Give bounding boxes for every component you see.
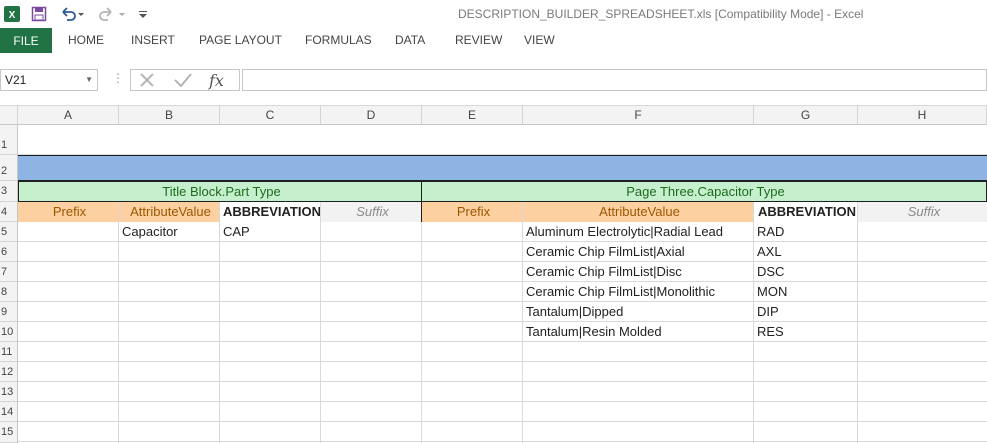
column-header-g[interactable]: G: [754, 106, 858, 125]
worksheet-grid[interactable]: Title Block.Part Type Page Three.Capacit…: [18, 125, 987, 443]
undo-icon[interactable]: [58, 4, 86, 24]
right-abbreviation-cell[interactable]: DIP: [754, 302, 857, 322]
right-attribute-cell[interactable]: Tantalum|Resin Molded: [523, 322, 753, 342]
right-attribute-cell[interactable]: Aluminum Electrolytic|Radial Lead: [523, 222, 753, 242]
right-suffix-header[interactable]: Suffix: [858, 202, 987, 222]
left-attribute-cell[interactable]: Capacitor: [119, 222, 219, 242]
row-header-6[interactable]: 6: [0, 242, 17, 262]
left-attribute-header[interactable]: AttributeValue: [119, 202, 220, 222]
right-abbreviation-header[interactable]: ABBREVIATION: [754, 202, 858, 222]
column-header-f[interactable]: F: [523, 106, 754, 125]
formula-bar-grip-icon[interactable]: ⋮: [112, 71, 124, 85]
tab-formulas[interactable]: FORMULAS: [305, 28, 372, 53]
ribbon-tabs: FILE HOME INSERT PAGE LAYOUT FORMULAS DA…: [0, 28, 987, 54]
tab-page-layout[interactable]: PAGE LAYOUT: [199, 28, 282, 53]
row-header-5[interactable]: 5: [0, 222, 17, 242]
column-header-e[interactable]: E: [422, 106, 523, 125]
gridline: [18, 441, 987, 442]
row-header-15[interactable]: 15: [0, 422, 17, 443]
row-header-2[interactable]: 2: [0, 155, 17, 181]
enter-check-icon[interactable]: [173, 71, 193, 92]
right-abbreviation-cell[interactable]: AXL: [754, 242, 857, 262]
right-abbreviation-cell[interactable]: RES: [754, 322, 857, 342]
row-header-3[interactable]: 3: [0, 181, 17, 202]
chevron-down-icon[interactable]: ▼: [85, 70, 93, 90]
gridline: [18, 381, 987, 382]
row-header-1[interactable]: 1: [0, 125, 17, 155]
column-header-c[interactable]: C: [220, 106, 321, 125]
column-headers: A B C D E F G H: [0, 105, 987, 125]
row-header-7[interactable]: 7: [0, 262, 17, 282]
tab-file[interactable]: FILE: [0, 28, 52, 53]
gridline: [18, 361, 987, 362]
gridline: [18, 401, 987, 402]
right-attribute-cell[interactable]: Ceramic Chip FilmList|Axial: [523, 242, 753, 262]
column-header-a[interactable]: A: [18, 106, 119, 125]
blue-header-band[interactable]: [18, 155, 987, 181]
tab-data[interactable]: DATA: [395, 28, 425, 53]
left-section-header[interactable]: Title Block.Part Type: [18, 181, 422, 202]
tab-review[interactable]: REVIEW: [455, 28, 502, 53]
formula-input[interactable]: [242, 69, 987, 91]
select-all-corner[interactable]: [0, 106, 18, 125]
save-icon[interactable]: [29, 4, 49, 24]
formula-bar: V21 ▼ ⋮ fx: [0, 53, 987, 105]
row-header-11[interactable]: 11: [0, 342, 17, 362]
row-header-14[interactable]: 14: [0, 402, 17, 422]
gridline: [18, 421, 987, 422]
right-abbreviation-cell[interactable]: DSC: [754, 262, 857, 282]
column-header-b[interactable]: B: [119, 106, 220, 125]
row-header-4[interactable]: 4: [0, 202, 17, 222]
right-prefix-header[interactable]: Prefix: [422, 202, 523, 222]
row-header-8[interactable]: 8: [0, 282, 17, 302]
customize-quick-access-icon[interactable]: [136, 4, 150, 24]
title-bar: X DESCRIPTION_BUILDER_SPREADSHEET.xls [C…: [0, 0, 987, 28]
left-prefix-header[interactable]: Prefix: [18, 202, 119, 222]
right-attribute-cell[interactable]: Ceramic Chip FilmList|Disc: [523, 262, 753, 282]
insert-function-icon[interactable]: fx: [209, 71, 224, 90]
row-header-9[interactable]: 9: [0, 302, 17, 322]
row-headers: 1 2 3 4 5 6 7 8 9 10 11 12 13 14 15: [0, 125, 18, 443]
tab-insert[interactable]: INSERT: [131, 28, 175, 53]
cancel-icon[interactable]: [138, 71, 156, 92]
left-abbreviation-header[interactable]: ABBREVIATION: [220, 202, 321, 222]
right-section-header[interactable]: Page Three.Capacitor Type: [421, 181, 987, 202]
tab-home[interactable]: HOME: [68, 28, 104, 53]
column-header-d[interactable]: D: [321, 106, 422, 125]
name-box[interactable]: V21 ▼: [0, 69, 98, 91]
tab-view[interactable]: VIEW: [524, 28, 555, 53]
excel-logo-icon: X: [2, 4, 22, 24]
row-1-blank[interactable]: [18, 125, 987, 154]
right-abbreviation-cell[interactable]: RAD: [754, 222, 857, 242]
window-title: DESCRIPTION_BUILDER_SPREADSHEET.xls [Com…: [458, 7, 864, 21]
row-header-12[interactable]: 12: [0, 362, 17, 382]
right-attribute-header[interactable]: AttributeValue: [523, 202, 754, 222]
row-header-10[interactable]: 10: [0, 322, 17, 342]
right-attribute-cell[interactable]: Ceramic Chip FilmList|Monolithic: [523, 282, 753, 302]
left-abbreviation-cell[interactable]: CAP: [220, 222, 320, 242]
redo-icon[interactable]: [98, 4, 128, 24]
right-abbreviation-cell[interactable]: MON: [754, 282, 857, 302]
right-attribute-cell[interactable]: Tantalum|Dipped: [523, 302, 753, 322]
column-header-h[interactable]: H: [858, 106, 987, 125]
svg-text:X: X: [9, 10, 16, 21]
name-box-value: V21: [5, 73, 27, 87]
row-header-13[interactable]: 13: [0, 382, 17, 402]
formula-buttons: fx: [130, 69, 240, 91]
left-suffix-header[interactable]: Suffix: [321, 202, 422, 222]
